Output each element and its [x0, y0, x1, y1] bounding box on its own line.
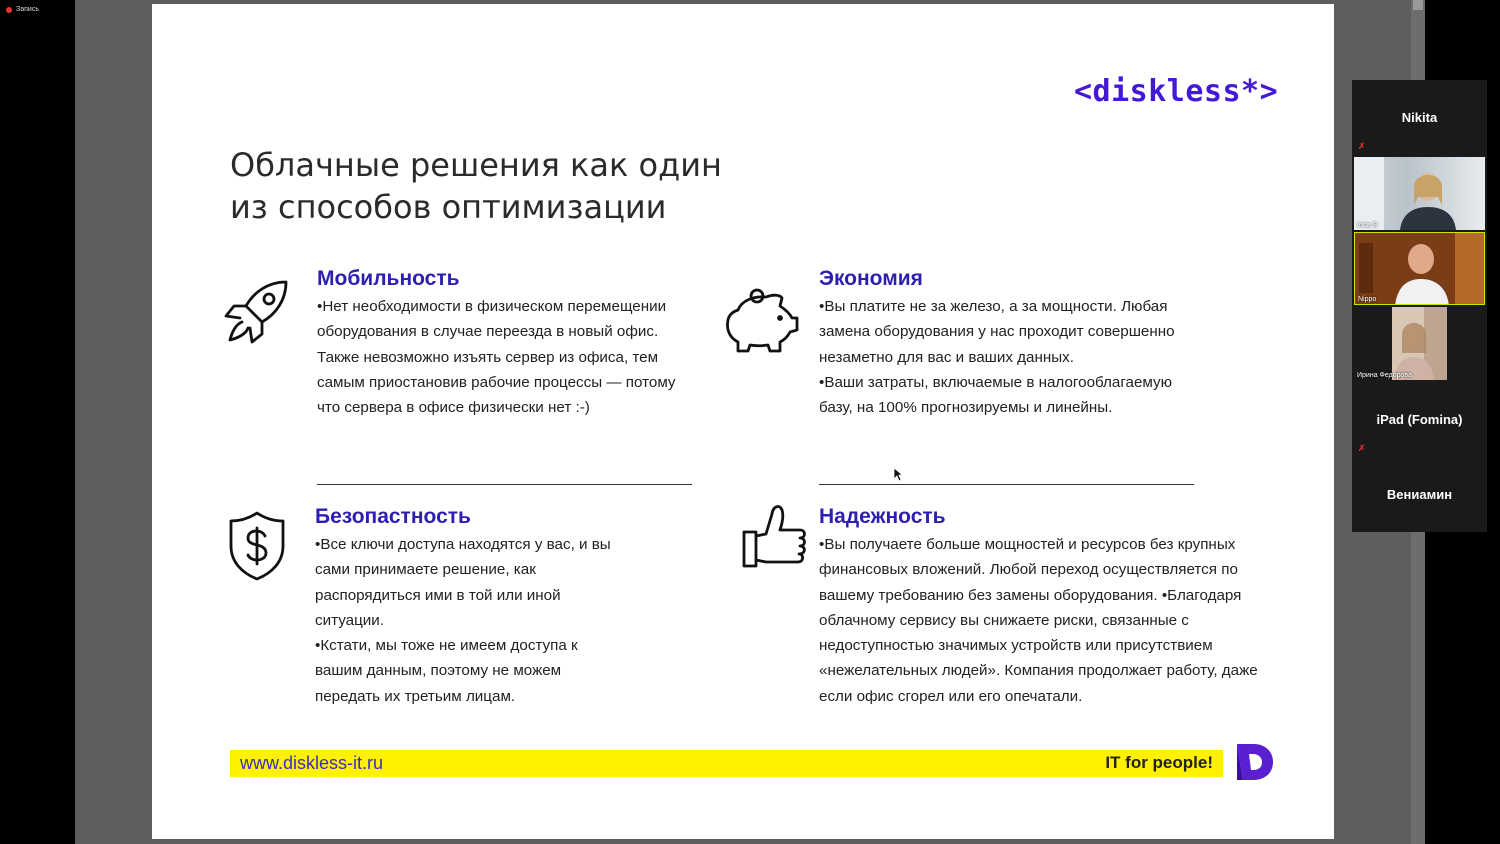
divider-line — [317, 484, 692, 485]
participant-tile[interactable]: Вениамин — [1352, 457, 1487, 532]
participant-video-tile[interactable]: Inna S — [1354, 157, 1485, 230]
footer-url: www.diskless-it.ru — [240, 753, 384, 773]
section-body-mobility: •Нет необходимости в физическом перемеще… — [317, 294, 682, 420]
section-heading-mobility: Мобильность — [317, 267, 460, 290]
slide-title: Облачные решения как один из способов оп… — [230, 144, 830, 228]
section-paragraph: •Вы получаете больше мощностей и ресурсо… — [819, 536, 1258, 705]
section-heading-reliability: Надежность — [819, 505, 946, 528]
rocket-icon — [224, 280, 288, 344]
section-heading-security: Безопастность — [315, 505, 471, 528]
presentation-slide: <diskless*> Облачные решения как один из… — [152, 4, 1334, 839]
participant-tile[interactable]: iPad (Fomina) ✗ — [1352, 382, 1487, 457]
recording-label: Запись — [16, 6, 39, 13]
participant-name: Вениамин — [1386, 487, 1453, 502]
participant-video-icon — [1355, 233, 1484, 304]
section-paragraph: •Кстати, мы тоже не имеем доступа к ваши… — [315, 637, 578, 705]
slide-title-line-2: из способов оптимизации — [230, 188, 667, 226]
section-body-security: •Все ключи доступа находятся у вас, и вы… — [315, 532, 615, 709]
shield-dollar-icon — [229, 511, 285, 581]
participant-name: iPad (Fomina) — [1376, 412, 1463, 427]
participant-name: Ирина Федорова — [1357, 372, 1412, 379]
footer-bar: www.diskless-it.ru IT for people! — [230, 750, 1223, 777]
participant-video-tile[interactable]: Ирина Федорова — [1354, 307, 1485, 380]
diskless-brand-icon — [1237, 744, 1273, 780]
footer-tagline: IT for people! — [1105, 753, 1213, 772]
section-paragraph: •Нет необходимости в физическом перемеще… — [317, 298, 676, 417]
recording-indicator[interactable]: Запись — [6, 6, 39, 13]
participant-tile[interactable]: Nikita ✗ — [1352, 80, 1487, 155]
participant-name: Nippo — [1358, 296, 1377, 303]
section-heading-economy: Экономия — [819, 267, 923, 290]
participant-video-icon — [1392, 307, 1447, 380]
record-icon — [6, 6, 12, 13]
section-body-reliability: •Вы получаете больше мощностей и ресурсо… — [819, 532, 1267, 709]
participant-name: Nikita — [1401, 110, 1438, 125]
section-paragraph: •Все ключи доступа находятся у вас, и вы… — [315, 536, 611, 629]
participants-panel: Nikita ✗ Inna S Nippo Ирина Федорова iPa… — [1352, 80, 1487, 532]
diskless-logo: <diskless*> — [1074, 74, 1279, 109]
mouse-cursor-icon — [893, 467, 903, 482]
participant-video-tile-active[interactable]: Nippo — [1354, 232, 1485, 305]
piggy-bank-icon — [726, 288, 799, 353]
participant-name: Inna S — [1357, 222, 1378, 229]
muted-mic-icon: ✗ — [1358, 141, 1366, 151]
section-paragraph: •Вы платите не за железо, а за мощности.… — [819, 298, 1175, 366]
muted-mic-icon: ✗ — [1358, 443, 1366, 453]
thumbs-up-icon — [742, 505, 806, 568]
section-body-economy: •Вы платите не за железо, а за мощности.… — [819, 294, 1184, 420]
section-paragraph: •Ваши затраты, включаемые в налогооблага… — [819, 373, 1173, 417]
divider-line — [819, 484, 1194, 485]
slide-title-line-1: Облачные решения как один — [230, 146, 722, 184]
scrollbar-thumb[interactable] — [1413, 0, 1423, 10]
participant-video-icon — [1354, 157, 1456, 230]
